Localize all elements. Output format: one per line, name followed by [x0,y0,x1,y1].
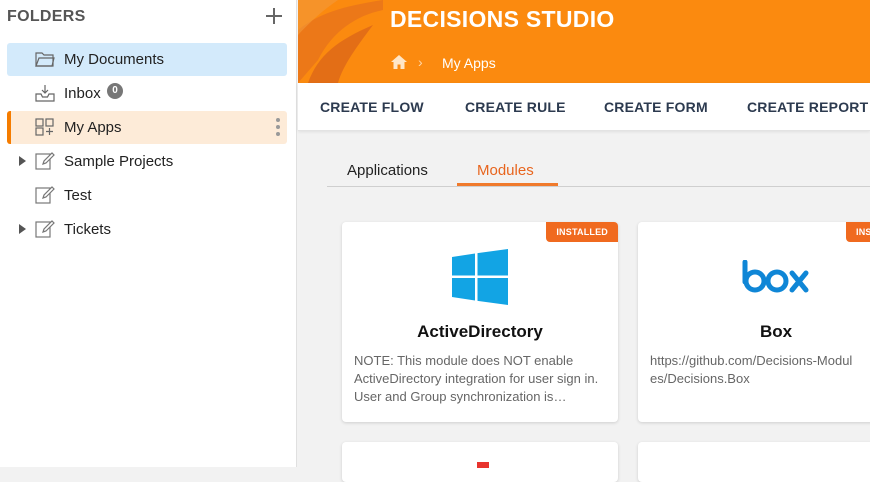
card-description: https://github.com/Decisions-Modules/Dec… [650,353,853,386]
folder-item-inbox[interactable]: Inbox 0 [7,77,287,110]
folder-item-my-apps[interactable]: My Apps [7,111,287,144]
leaf-decoration-icon [298,0,383,83]
breadcrumb-my-apps[interactable]: My Apps [442,55,496,71]
apps-grid-icon [35,118,54,136]
module-card[interactable] [638,442,870,482]
create-report-button[interactable]: CREATE REPORT [747,99,868,115]
module-card-box[interactable]: INSTALLED Box https://github.com/Decisio… [638,222,870,422]
create-rule-button[interactable]: CREATE RULE [465,99,566,115]
breadcrumb-separator-icon: › [418,54,423,70]
add-folder-icon[interactable] [264,6,284,26]
folder-label: My Documents [64,51,165,68]
folder-label: Tickets [64,221,111,238]
more-options-icon[interactable] [276,118,280,138]
create-flow-button[interactable]: CREATE FLOW [320,99,424,115]
edit-document-icon [35,220,55,238]
card-title: ActiveDirectory [417,322,543,341]
folder-item-sample-projects[interactable]: Sample Projects [7,145,287,178]
expand-arrow-icon[interactable] [19,224,26,234]
folder-item-test[interactable]: Test [7,179,287,212]
card-title: Box [760,322,793,341]
folder-item-tickets[interactable]: Tickets [7,213,287,246]
folders-header: FOLDERS [7,8,86,25]
tab-applications[interactable]: Applications [347,162,428,179]
installed-badge: INSTALLED [846,222,870,242]
folder-open-icon [35,52,55,67]
card-description: NOTE: This module does NOT enable Active… [354,353,599,404]
expand-arrow-icon[interactable] [19,156,26,166]
tab-modules[interactable]: Modules [477,162,534,179]
content-tabs: Applications Modules [327,157,870,187]
edit-document-icon [35,186,55,204]
create-toolbar: CREATE FLOW CREATE RULE CREATE FORM CREA… [298,83,870,131]
folder-label: Test [64,187,92,204]
active-tab-indicator [457,183,558,186]
home-icon[interactable] [390,54,408,70]
installed-badge: INSTALLED [546,222,618,242]
inbox-count-badge: 0 [107,83,123,99]
module-card-activedirectory[interactable]: INSTALLED ActiveDirectory NOTE: This mod… [342,222,618,422]
folder-label: Sample Projects [64,153,174,170]
app-header: DECISIONS STUDIO › My Apps [298,0,870,83]
folder-label: Inbox [64,85,101,102]
box-logo-icon [742,260,809,293]
edit-document-icon [35,152,55,170]
app-title: DECISIONS STUDIO [390,6,615,32]
module-card[interactable] [342,442,618,482]
module-logo-icon [477,462,489,468]
folder-item-my-documents[interactable]: My Documents [7,43,287,76]
create-form-button[interactable]: CREATE FORM [604,99,708,115]
windows-logo-icon [452,249,508,305]
folder-label: My Apps [64,119,122,136]
inbox-icon [35,85,55,102]
folders-sidebar: FOLDERS My Documents Inbox 0 My Apps Sam… [0,0,297,467]
